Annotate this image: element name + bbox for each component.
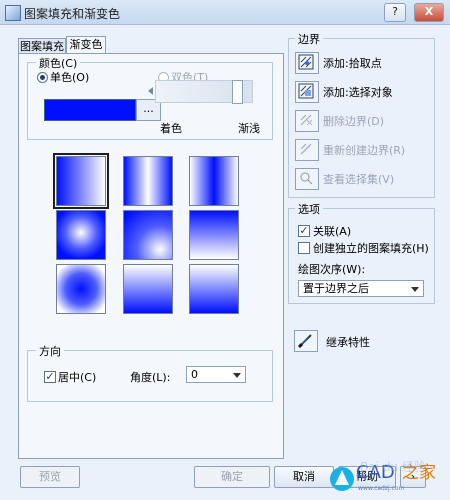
- recreate-boundary-icon: [300, 143, 312, 155]
- shade-slider[interactable]: [148, 80, 253, 104]
- select-objects-icon: [298, 83, 314, 99]
- angle-label: 角度(L):: [130, 371, 171, 384]
- draw-order-combo[interactable]: 置于边界之后: [298, 280, 424, 297]
- gradient-sample-top-dark[interactable]: [123, 264, 173, 314]
- single-color-label: 单色(O): [50, 71, 90, 84]
- inherit-properties-label[interactable]: 继承特性: [326, 334, 370, 350]
- recreate-boundary-button[interactable]: [295, 139, 319, 161]
- independent-hatch-label: 创建独立的图案填充(H): [313, 242, 429, 255]
- pick-points-icon: [298, 54, 314, 70]
- gradient-sample-radial-center[interactable]: [56, 264, 106, 314]
- boundaries-legend: 边界: [295, 31, 323, 47]
- draw-order-value: 置于边界之后: [303, 282, 369, 295]
- remove-boundary-label: 删除边界(D): [323, 115, 385, 128]
- slider-left-arrow-icon: [148, 87, 153, 95]
- baidu-watermark: Bai du 经验: [360, 460, 426, 474]
- gradient-sample-spherical-soft[interactable]: [123, 210, 173, 260]
- recreate-boundary-label: 重新创建边界(R): [323, 144, 406, 157]
- angle-value: 0: [191, 368, 198, 381]
- select-objects-button[interactable]: [295, 81, 319, 103]
- angle-chevron-down-icon: [233, 373, 241, 378]
- options-legend: 选项: [295, 201, 323, 217]
- orientation-legend: 方向: [36, 343, 64, 359]
- help-button[interactable]: ?: [384, 3, 406, 22]
- slider-thumb[interactable]: [232, 80, 243, 104]
- independent-hatch-checkbox[interactable]: [298, 242, 310, 254]
- remove-boundary-button[interactable]: [295, 110, 319, 132]
- cancel-button[interactable]: 取消: [274, 466, 334, 488]
- pick-points-button[interactable]: [295, 52, 319, 74]
- draw-order-label: 绘图次序(W):: [298, 263, 366, 276]
- tab-gradient[interactable]: 渐变色: [66, 36, 106, 54]
- gradient-sample-linear-center[interactable]: [123, 156, 173, 206]
- tab-hatch[interactable]: 图案填充: [18, 38, 66, 54]
- associative-checkbox[interactable]: ✓: [298, 225, 310, 237]
- light-label: 渐浅: [238, 122, 260, 135]
- ok-button[interactable]: 确定: [194, 466, 270, 488]
- boundaries-group: 边界 添加:拾取点 添加:选择对象 删除边界(D) 重新创建边界(R) 查看选择…: [288, 31, 435, 198]
- associative-label: 关联(A): [313, 225, 352, 238]
- options-group: 选项 ✓ 关联(A) 创建独立的图案填充(H) 绘图次序(W): 置于边界之后: [288, 201, 435, 304]
- center-checkbox[interactable]: ✓: [44, 371, 56, 383]
- gradient-sample-linear-right[interactable]: [189, 156, 239, 206]
- dark-label: 着色: [160, 122, 182, 135]
- gradient-sample-diagonal-top[interactable]: [189, 210, 239, 260]
- window-title: 图案填充和渐变色: [24, 7, 121, 21]
- title-bar: 图案填充和渐变色 ? X: [0, 0, 450, 25]
- brush-icon: [297, 334, 312, 348]
- single-color-radio[interactable]: [37, 72, 48, 83]
- angle-combo[interactable]: 0: [186, 366, 246, 383]
- preview-button[interactable]: 预览: [20, 466, 80, 488]
- gradient-panel: 颜色(C) 单色(O) 双色(T) ... 着色 渐浅 方向 ✓ 居中(C) 角…: [18, 53, 284, 459]
- gradient-sample-bottom-fade[interactable]: [189, 264, 239, 314]
- view-selection-icon: [300, 172, 313, 185]
- center-label: 居中(C): [58, 371, 97, 384]
- view-selection-button[interactable]: [295, 168, 319, 190]
- remove-boundary-icon: [300, 114, 313, 126]
- app-icon: [5, 5, 21, 21]
- inherit-properties-button[interactable]: [294, 330, 318, 352]
- color-swatch: [44, 99, 136, 121]
- gradient-sample-radial-corner[interactable]: [56, 210, 106, 260]
- orientation-group: 方向 ✓ 居中(C) 角度(L): 0: [27, 343, 273, 402]
- pick-points-label[interactable]: 添加:拾取点: [323, 55, 382, 71]
- close-button[interactable]: X: [414, 3, 444, 22]
- draw-order-chevron-down-icon: [411, 287, 419, 292]
- view-selection-label: 查看选择集(V): [323, 173, 395, 186]
- gradient-sample-linear-left[interactable]: [53, 153, 109, 209]
- select-objects-label[interactable]: 添加:选择对象: [323, 84, 393, 100]
